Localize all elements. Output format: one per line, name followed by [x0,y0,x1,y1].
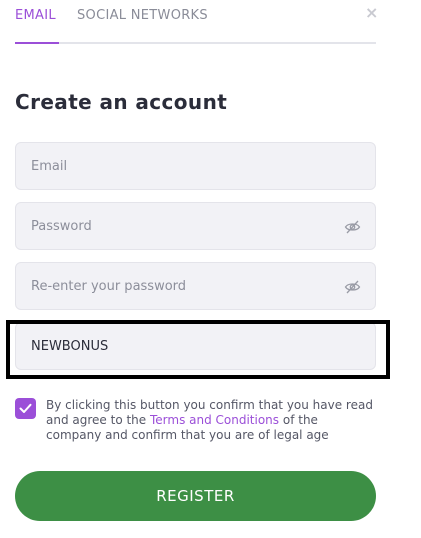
checkmark-icon [19,403,32,413]
register-button[interactable]: REGISTER [15,471,376,521]
tab-social-networks[interactable]: SOCIAL NETWORKS [77,8,208,23]
email-field-wrapper [15,142,376,190]
password-field-wrapper [15,202,376,250]
tab-email[interactable]: EMAIL [15,8,59,44]
repassword-field-wrapper [15,262,376,310]
promo-code-field-wrapper [15,322,376,370]
terms-link[interactable]: Terms and Conditions [150,413,279,427]
consent-text: By clicking this button you confirm that… [46,398,376,443]
email-input[interactable] [16,143,375,189]
promo-code-input[interactable] [16,323,375,369]
password-input[interactable] [16,203,375,249]
repassword-input[interactable] [16,263,375,309]
eye-slash-icon[interactable] [344,219,361,235]
consent-checkbox[interactable] [15,398,36,419]
register-modal: EMAIL SOCIAL NETWORKS × Create an accoun… [0,0,421,538]
page-title: Create an account [15,90,228,114]
close-icon[interactable]: × [365,5,379,21]
auth-tabs: EMAIL SOCIAL NETWORKS [15,0,376,44]
eye-slash-icon[interactable] [344,279,361,295]
